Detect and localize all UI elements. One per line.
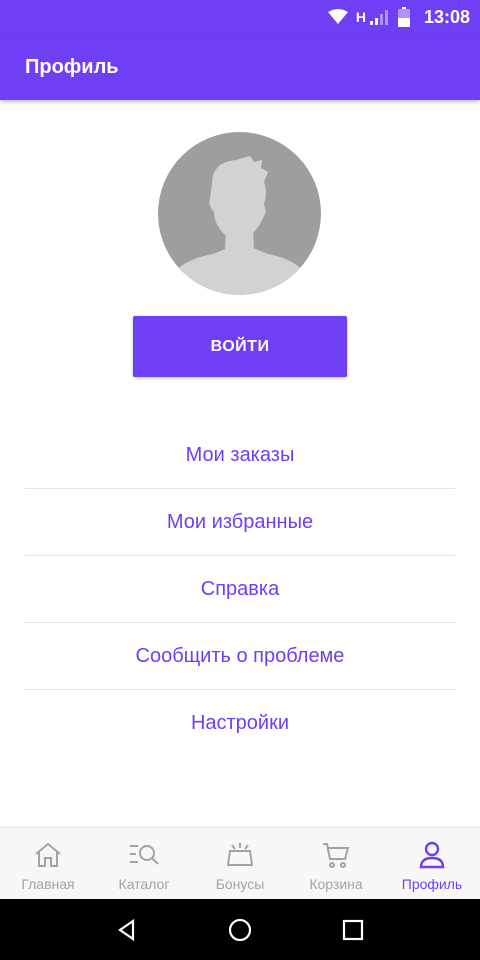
nav-item-catalog[interactable]: Каталог	[96, 828, 192, 899]
menu-item-help[interactable]: Справка	[25, 556, 455, 623]
clock: 13:08	[423, 6, 470, 27]
system-navigation-bar	[0, 899, 480, 960]
nav-item-bonuses[interactable]: Бонусы	[192, 828, 288, 899]
login-button[interactable]: ВОЙТИ	[133, 316, 347, 377]
avatar	[158, 132, 321, 295]
battery-icon	[397, 7, 410, 27]
page-title: Профиль	[25, 55, 119, 78]
back-icon[interactable]	[107, 910, 147, 950]
nav-item-profile[interactable]: Профиль	[384, 828, 480, 899]
nav-label-bonuses: Бонусы	[215, 876, 265, 892]
avatar-placeholder-icon	[168, 156, 311, 295]
app-bar: Профиль	[0, 34, 480, 100]
bonus-tv-icon	[224, 840, 256, 870]
profile-icon	[416, 840, 448, 870]
menu-item-settings[interactable]: Настройки	[25, 690, 455, 757]
profile-menu: Мои заказы Мои избранные Справка Сообщит…	[25, 422, 455, 757]
network-type-label: H	[355, 9, 366, 25]
nav-label-profile: Профиль	[401, 876, 463, 892]
profile-screen: H 13:08 Профиль ВОЙТИ Мои заказы Мои изб…	[0, 0, 480, 960]
nav-label-catalog: Каталог	[118, 876, 170, 892]
signal-icon	[369, 9, 390, 25]
nav-label-home: Главная	[21, 876, 75, 892]
nav-label-cart: Корзина	[309, 876, 363, 892]
bottom-navigation: Главная Каталог Бонусы Корзина Профиль	[0, 827, 480, 899]
menu-item-orders[interactable]: Мои заказы	[25, 422, 455, 489]
home-icon	[32, 840, 64, 870]
catalog-search-icon	[128, 840, 160, 870]
menu-item-report-problem[interactable]: Сообщить о проблеме	[25, 623, 455, 690]
nav-item-cart[interactable]: Корзина	[288, 828, 384, 899]
status-bar: H 13:08	[0, 0, 480, 34]
recents-icon[interactable]	[333, 910, 373, 950]
nav-item-home[interactable]: Главная	[0, 828, 96, 899]
home-circle-icon[interactable]	[220, 910, 260, 950]
wifi-icon	[327, 9, 348, 25]
cart-icon	[320, 840, 352, 870]
menu-item-favorites[interactable]: Мои избранные	[25, 489, 455, 556]
